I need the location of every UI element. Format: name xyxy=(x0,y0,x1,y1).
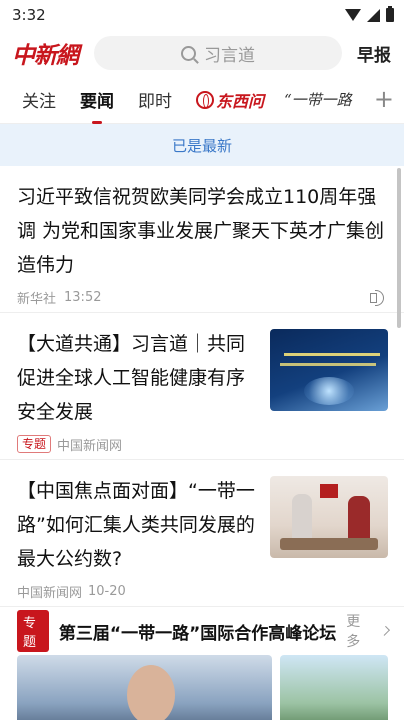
channel-tabs: 关注 要闻 即时 东西问 “一带一路 + xyxy=(0,76,404,124)
globe-icon xyxy=(196,90,214,109)
wifi-icon xyxy=(345,9,361,21)
topic-card-image[interactable] xyxy=(17,655,273,720)
news-time: 13:52 xyxy=(64,289,102,305)
morning-news-label: 早报 xyxy=(357,45,391,66)
topic-more-link[interactable]: 更多 xyxy=(346,611,367,651)
news-source: 新华社 xyxy=(17,291,57,307)
add-channel-icon[interactable]: + xyxy=(365,87,394,111)
tab-headlines[interactable]: 要闻 xyxy=(80,87,114,112)
news-headline: 习近平致信祝贺欧美同学会成立110周年强调 为党和国家事业发展广聚天下英才广集创… xyxy=(17,186,385,276)
news-item[interactable]: 习近平致信祝贺欧美同学会成立110周年强调 为党和国家事业发展广聚天下英才广集创… xyxy=(0,166,404,313)
news-source: 中国新闻网 xyxy=(17,585,83,601)
search-icon xyxy=(181,45,196,61)
news-item[interactable]: 【大道共通】习言道｜共同促进全球人工智能健康有序安全发展 专题 中国新闻网 xyxy=(0,313,404,460)
topic-badge: 专题 xyxy=(17,610,49,652)
search-bar[interactable]: 习言道 xyxy=(94,36,342,70)
status-bar: 3:32 xyxy=(0,0,404,30)
tab-instant[interactable]: 即时 xyxy=(138,87,172,112)
tab-belt-road[interactable]: “一带一路 xyxy=(284,89,352,110)
news-meta: 中国新闻网 10-20 xyxy=(17,576,256,606)
tab-dongxiwen[interactable]: 东西问 xyxy=(196,88,264,112)
scrollbar[interactable] xyxy=(397,168,401,328)
refresh-notice: 已是最新 xyxy=(0,124,404,166)
topic-tag: 专题 xyxy=(17,435,52,453)
news-meta: 新华社 13:52 xyxy=(17,282,388,312)
topic-card-image[interactable] xyxy=(280,655,388,720)
news-meta: 专题 中国新闻网 xyxy=(17,429,256,459)
search-placeholder: 习言道 xyxy=(204,45,255,66)
news-thumbnail xyxy=(270,329,388,411)
news-source: 中国新闻网 xyxy=(57,438,123,454)
signal-icon xyxy=(367,8,380,22)
news-thumbnail xyxy=(270,476,388,558)
tab-follow[interactable]: 关注 xyxy=(22,87,56,112)
topic-title: 第三届“一带一路”国际合作高峰论坛 xyxy=(58,623,337,644)
tab-dongxiwen-label: 东西问 xyxy=(216,91,265,111)
status-time: 3:32 xyxy=(12,6,46,24)
news-headline: 【大道共通】习言道｜共同促进全球人工智能健康有序安全发展 xyxy=(17,333,246,423)
news-item[interactable]: 【中国焦点面对面】“一带一路”如何汇集人类共同发展的最大公约数? 中国新闻网 1… xyxy=(0,460,404,607)
app-logo[interactable]: 中新網 xyxy=(12,36,82,70)
status-icons xyxy=(345,6,394,22)
topic-section: 专题 第三届“一带一路”国际合作高峰论坛 更多 xyxy=(0,607,404,720)
chevron-right-icon xyxy=(379,625,390,637)
speaker-icon[interactable] xyxy=(370,290,388,306)
news-time: 10-20 xyxy=(88,583,126,599)
topic-cards xyxy=(17,655,388,720)
topic-header[interactable]: 专题 第三届“一带一路”国际合作高峰论坛 更多 xyxy=(17,607,390,655)
morning-news-button[interactable]: 早报 xyxy=(354,38,398,66)
top-bar: 中新網 习言道 早报 xyxy=(0,30,404,76)
battery-icon xyxy=(386,6,394,22)
news-headline: 【中国焦点面对面】“一带一路”如何汇集人类共同发展的最大公约数? xyxy=(17,480,255,570)
